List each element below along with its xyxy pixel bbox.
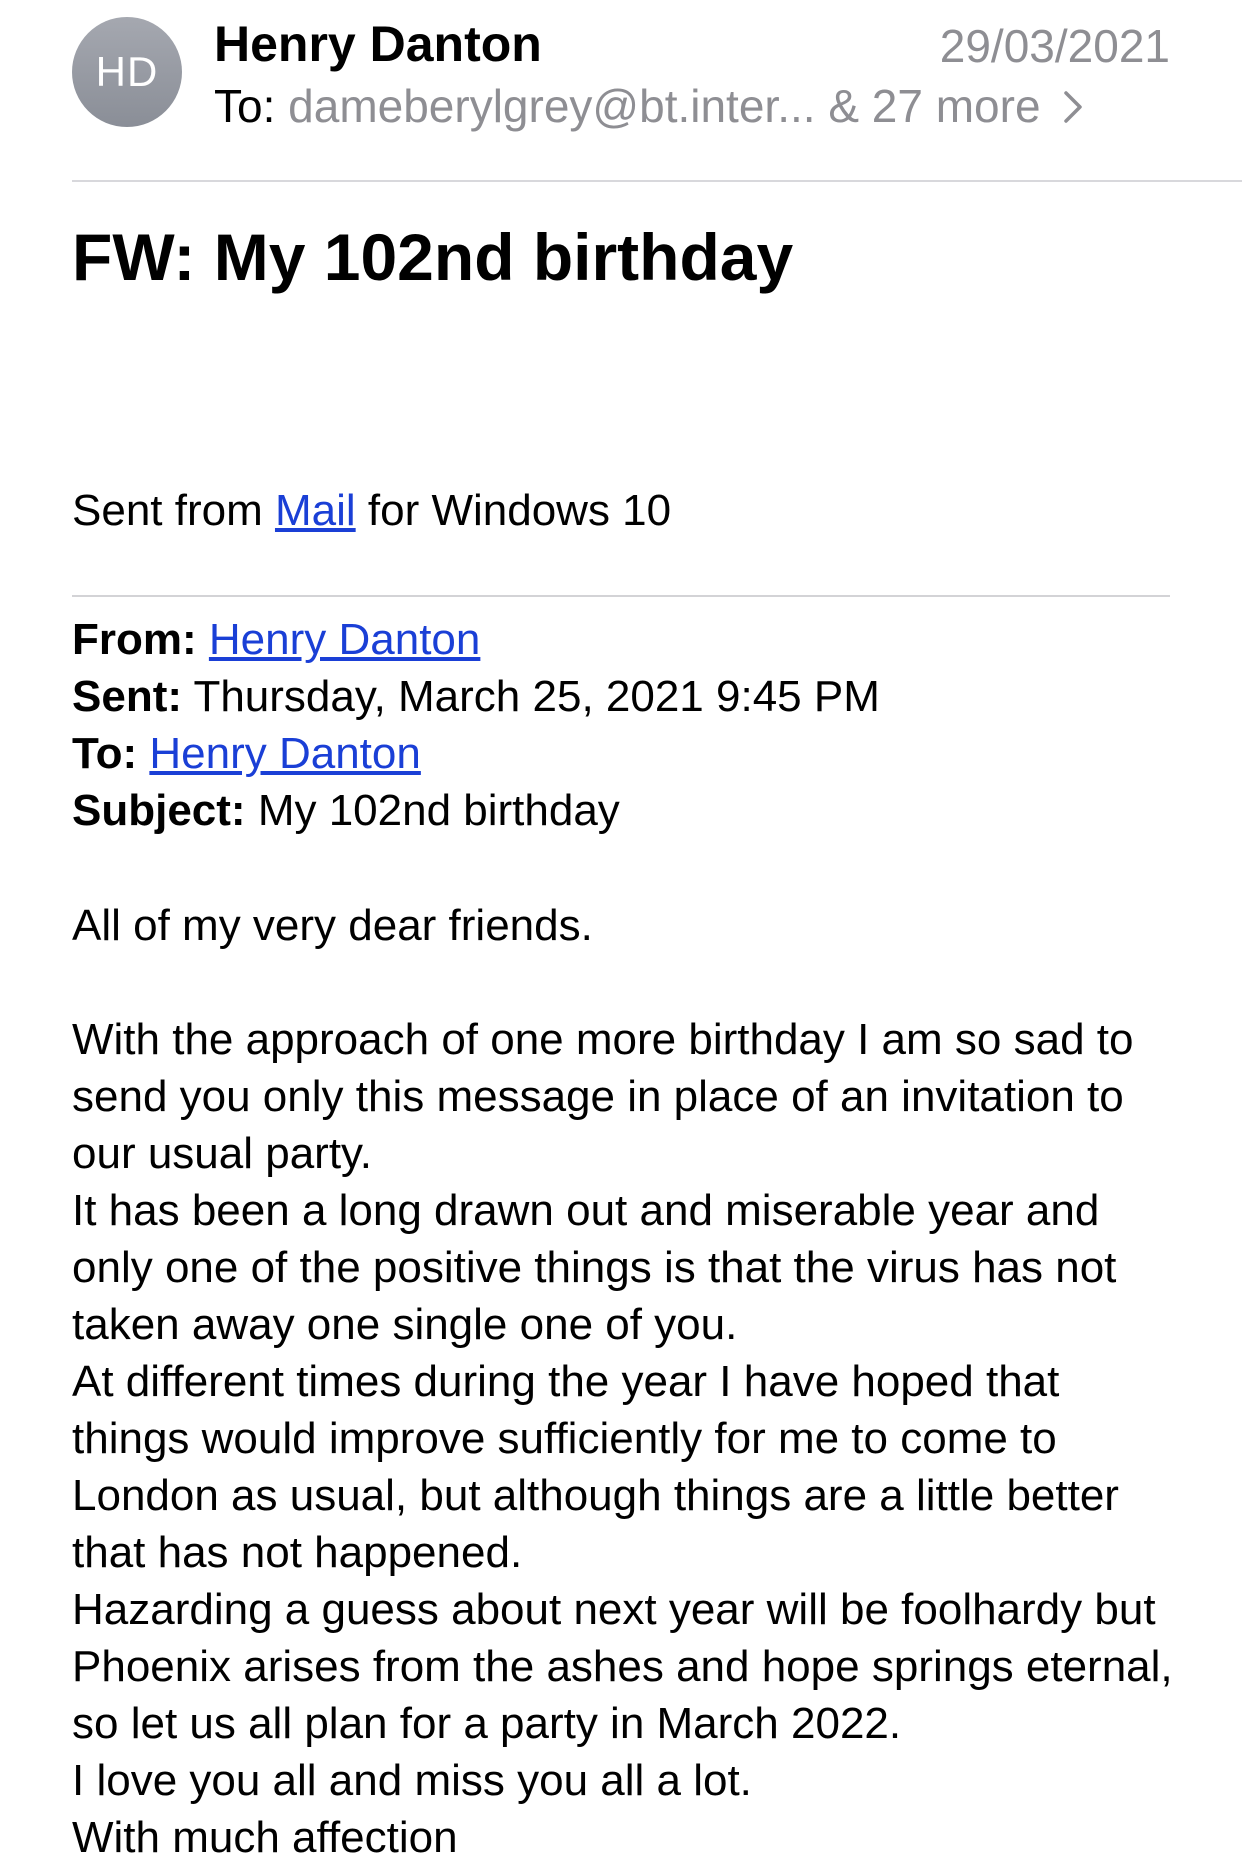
sent-from-suffix: for Windows 10 — [355, 486, 672, 535]
header-divider — [72, 180, 1242, 182]
message-header: HD Henry Danton 29/03/2021 To: dameberyl… — [0, 0, 1242, 180]
sent-value: Thursday, March 25, 2021 9:45 PM — [193, 672, 880, 721]
sent-from-line: Sent from Mail for Windows 10 — [72, 482, 1182, 539]
forward-divider — [72, 595, 1170, 597]
greeting: All of my very dear friends. — [72, 901, 593, 950]
forwarded-from-row: From: Henry Danton — [72, 611, 1182, 668]
paragraph: At different times during the year I hav… — [72, 1357, 1119, 1577]
paragraph: I love you all and miss you all a lot. — [72, 1756, 752, 1805]
to-link[interactable]: Henry Danton — [149, 729, 420, 778]
sent-label: Sent: — [72, 672, 182, 721]
to-label: To: — [214, 80, 276, 132]
forwarded-subject-row: Subject: My 102nd birthday — [72, 782, 1182, 839]
sender-name[interactable]: Henry Danton — [214, 14, 542, 74]
to-label-forwarded: To: — [72, 729, 138, 778]
mail-link[interactable]: Mail — [275, 486, 356, 535]
message-date: 29/03/2021 — [939, 20, 1170, 72]
paragraph: With the approach of one more birthday I… — [72, 1015, 1134, 1178]
forwarded-header: From: Henry Danton Sent: Thursday, March… — [72, 611, 1182, 839]
message-body: With the approach of one more birthday I… — [72, 1011, 1182, 1866]
paragraph: With much affection — [72, 1813, 458, 1862]
avatar[interactable]: HD — [72, 17, 182, 127]
message-subject: FW: My 102nd birthday — [72, 220, 794, 294]
paragraph: It has been a long drawn out and miserab… — [72, 1186, 1117, 1349]
subject-value: My 102nd birthday — [257, 786, 620, 835]
chevron-right-icon[interactable] — [1063, 78, 1083, 134]
subject-label: Subject: — [72, 786, 246, 835]
recipients-line[interactable]: To: dameberylgrey@bt.inter... & 27 more — [214, 78, 1083, 134]
from-link[interactable]: Henry Danton — [209, 615, 480, 664]
forwarded-sent-row: Sent: Thursday, March 25, 2021 9:45 PM — [72, 668, 1182, 725]
recipients-list[interactable]: dameberylgrey@bt.inter... & 27 more — [288, 80, 1040, 132]
sent-from-prefix: Sent from — [72, 486, 275, 535]
paragraph: Hazarding a guess about next year will b… — [72, 1585, 1173, 1748]
from-label: From: — [72, 615, 197, 664]
forwarded-to-row: To: Henry Danton — [72, 725, 1182, 782]
